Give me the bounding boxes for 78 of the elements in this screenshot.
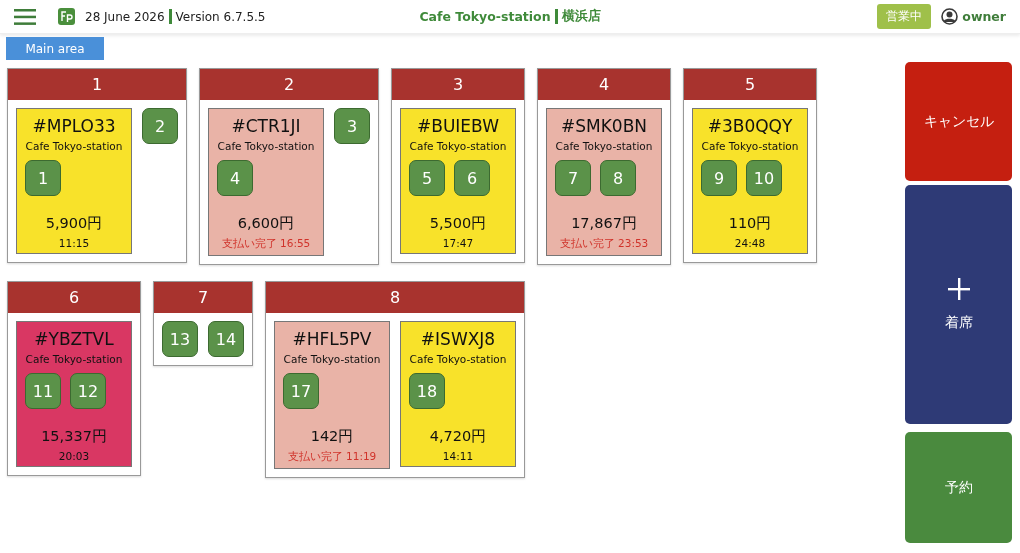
- user-name[interactable]: owner: [962, 9, 1006, 24]
- menu-icon[interactable]: [14, 8, 36, 25]
- seat-button[interactable]: 9: [701, 160, 737, 196]
- shop-name: Cafe Tokyo-station: [419, 9, 551, 24]
- seat-button[interactable]: 8: [600, 160, 636, 196]
- branch-name: 横浜店: [561, 8, 601, 25]
- table-header[interactable]: 3: [392, 69, 524, 100]
- order-amount: 5,900円: [45, 214, 103, 233]
- payment-status: 支払い完了 16:55: [221, 237, 311, 251]
- order-card[interactable]: #ISWXJ8 Cafe Tokyo-station 18 4,720円 14:11: [400, 321, 516, 467]
- seat-button[interactable]: 7: [555, 160, 591, 196]
- order-time: 11:15: [58, 237, 90, 249]
- table-header[interactable]: 6: [8, 282, 140, 313]
- cancel-button[interactable]: キャンセル: [905, 62, 1012, 181]
- user-icon[interactable]: [941, 8, 959, 25]
- seat-button[interactable]: 12: [70, 373, 106, 409]
- order-amount: 5,500円: [429, 214, 487, 233]
- seat-button[interactable]: 6: [454, 160, 490, 196]
- order-code: #BUIEBW: [417, 116, 499, 136]
- order-card[interactable]: #3B0QQY Cafe Tokyo-station 9 10 110円 24:48: [692, 108, 808, 254]
- order-time: 14:11: [442, 450, 474, 462]
- table-header[interactable]: 2: [200, 69, 378, 100]
- order-code: #3B0QQY: [707, 116, 793, 136]
- seat-button[interactable]: 10: [746, 160, 782, 196]
- seat-button[interactable]: 17: [283, 373, 319, 409]
- seat-button[interactable]: 5: [409, 160, 445, 196]
- order-code: #ISWXJ8: [420, 329, 496, 349]
- payment-status: 支払い完了 11:19: [287, 450, 377, 464]
- order-amount: 6,600円: [237, 214, 295, 233]
- shop-label: Cafe Tokyo-station: [701, 140, 799, 152]
- date-text: 28 June 2026: [85, 9, 165, 24]
- order-time: 17:47: [442, 237, 474, 249]
- shop-label: Cafe Tokyo-station: [25, 140, 123, 152]
- seat-guests-button[interactable]: 着席: [905, 185, 1012, 424]
- order-code: #SMK0BN: [560, 116, 647, 136]
- shop-label: Cafe Tokyo-station: [25, 353, 123, 365]
- shop-label: Cafe Tokyo-station: [217, 140, 315, 152]
- order-amount: 110円: [728, 214, 772, 233]
- table-header[interactable]: 8: [266, 282, 524, 313]
- seat-button[interactable]: 1: [25, 160, 61, 196]
- app-logo-icon: [58, 8, 75, 25]
- order-code: #YBZTVL: [34, 329, 114, 349]
- order-amount: 4,720円: [429, 427, 487, 446]
- seat-button[interactable]: 13: [162, 321, 198, 357]
- table-header[interactable]: 7: [154, 282, 252, 313]
- order-code: #MPLO33: [32, 116, 116, 136]
- seat-button[interactable]: 3: [334, 108, 370, 144]
- version-text: Version 6.7.5.5: [175, 9, 266, 24]
- payment-status: 支払い完了 23:53: [559, 237, 649, 251]
- shop-label: Cafe Tokyo-station: [409, 353, 507, 365]
- shop-label: Cafe Tokyo-station: [283, 353, 381, 365]
- order-card[interactable]: #HFL5PV Cafe Tokyo-station 17 142円 支払い完了 11:19: [274, 321, 390, 469]
- order-card[interactable]: #YBZTVL Cafe Tokyo-station 11 12 15,337円 20:03: [16, 321, 132, 467]
- table-header[interactable]: 1: [8, 69, 186, 100]
- order-card[interactable]: #BUIEBW Cafe Tokyo-station 5 6 5,500円 17:47: [400, 108, 516, 254]
- table-header[interactable]: 4: [538, 69, 670, 100]
- order-card[interactable]: #CTR1JI Cafe Tokyo-station 4 6,600円 支払い完了 16:55: [208, 108, 324, 256]
- order-amount: 15,337円: [41, 427, 107, 446]
- order-code: #HFL5PV: [292, 329, 372, 349]
- table-header[interactable]: 5: [684, 69, 816, 100]
- order-time: 24:48: [734, 237, 766, 249]
- seat-button[interactable]: 2: [142, 108, 178, 144]
- area-tab[interactable]: Main area: [6, 37, 104, 60]
- status-badge: 営業中: [877, 4, 932, 29]
- seat-button[interactable]: 4: [217, 160, 253, 196]
- order-amount: 17,867円: [571, 214, 637, 233]
- shop-label: Cafe Tokyo-station: [555, 140, 653, 152]
- plus-icon: [947, 277, 970, 300]
- reserve-button[interactable]: 予約: [905, 432, 1012, 543]
- order-code: #CTR1JI: [231, 116, 301, 136]
- order-card[interactable]: #SMK0BN Cafe Tokyo-station 7 8 17,867円 支払い完了 23:53: [546, 108, 662, 256]
- order-card[interactable]: #MPLO33 Cafe Tokyo-station 1 5,900円 11:15: [16, 108, 132, 254]
- seat-button[interactable]: 18: [409, 373, 445, 409]
- seat-button[interactable]: 14: [208, 321, 244, 357]
- order-amount: 142円: [310, 427, 354, 446]
- shop-label: Cafe Tokyo-station: [409, 140, 507, 152]
- order-time: 20:03: [58, 450, 90, 462]
- seat-button[interactable]: 11: [25, 373, 61, 409]
